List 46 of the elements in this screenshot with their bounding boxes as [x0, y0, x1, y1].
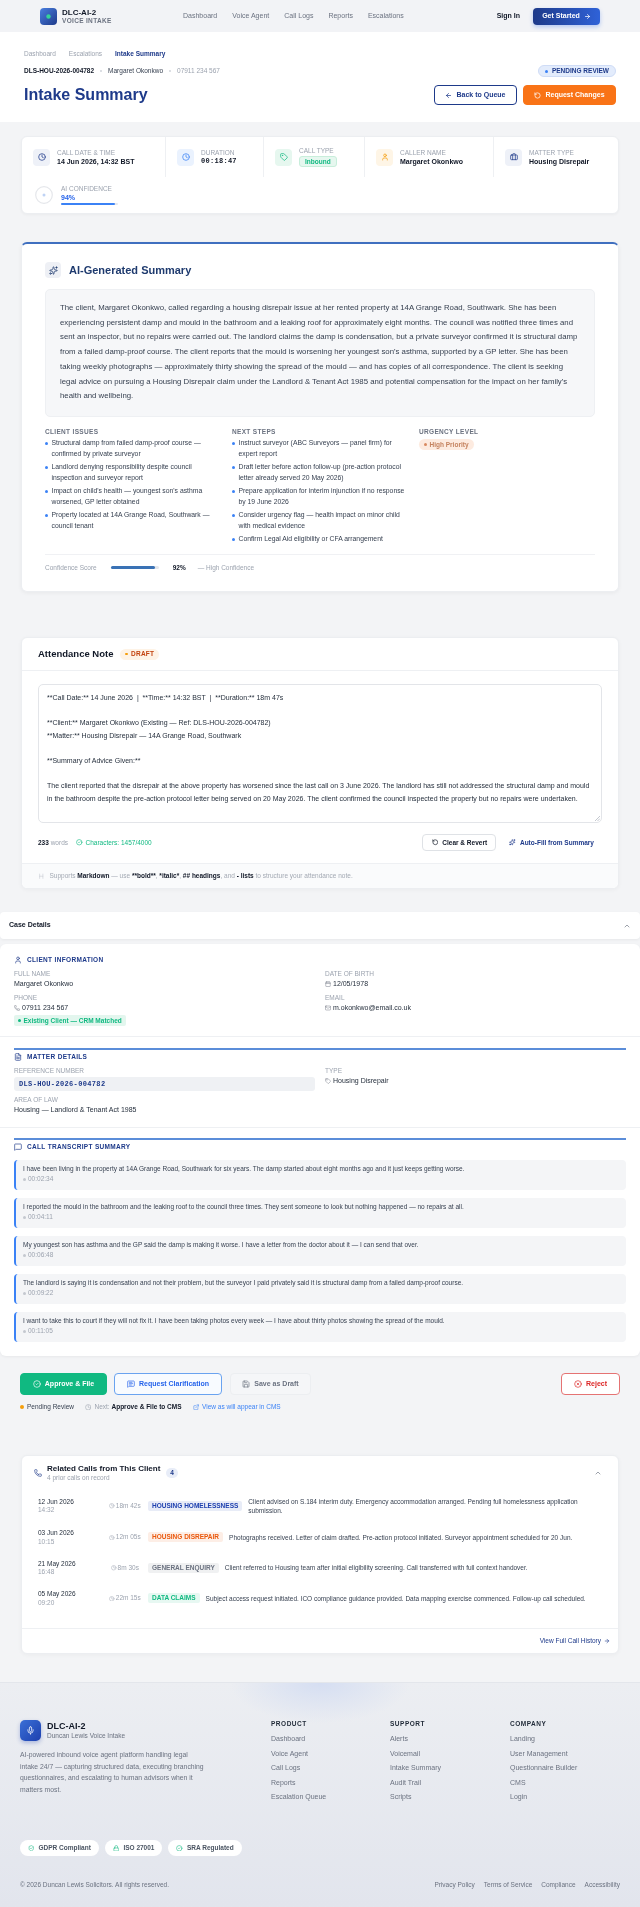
check-circle-icon: [176, 1844, 183, 1852]
x-circle-icon: [574, 1380, 582, 1388]
brand-name: DLC-AI-2: [47, 1721, 87, 1732]
phone-icon: [14, 1005, 20, 1011]
clock-icon: [85, 1403, 92, 1411]
brand-name: DLC-AI-2: [62, 7, 98, 17]
user-icon: [376, 148, 393, 166]
ring-icon: [35, 186, 53, 204]
tag-icon: [275, 148, 292, 166]
clock-icon: [109, 1534, 115, 1540]
user-icon: [14, 956, 22, 964]
external-link-icon: [192, 1403, 200, 1411]
sparkles-icon: [45, 262, 61, 278]
clock-icon: [109, 1595, 115, 1601]
lock-icon: [112, 1844, 120, 1852]
message-icon: [14, 1143, 22, 1151]
logo-icon: [40, 7, 57, 25]
mail-icon: [325, 1005, 331, 1011]
section-title: Attendance Note: [38, 646, 114, 661]
section-title: Related Calls from This Client: [47, 1464, 161, 1474]
heading-icon: [38, 872, 45, 880]
save-icon: [242, 1380, 251, 1388]
message-icon: [127, 1380, 135, 1388]
arrow-left-icon: [445, 91, 453, 99]
microphone-icon: [20, 1720, 41, 1741]
rotate-icon: [534, 91, 542, 99]
arrow-right-icon: [583, 12, 591, 20]
shield-check-icon: [28, 1844, 35, 1852]
resize-handle-icon[interactable]: [595, 816, 600, 821]
clock-icon: [111, 1565, 117, 1571]
check-circle-icon: [76, 839, 83, 846]
calendar-icon: [325, 981, 331, 987]
clock-icon: [33, 148, 50, 166]
document-icon: [14, 1053, 22, 1061]
tag-icon: [325, 1078, 331, 1084]
briefcase-icon: [505, 148, 522, 166]
clock-icon: [109, 1503, 115, 1509]
phone-icon: [34, 1469, 42, 1477]
section-title: AI-Generated Summary: [69, 262, 192, 278]
clock-icon: [177, 148, 194, 166]
sparkles-icon: [509, 839, 516, 846]
check-circle-icon: [32, 1380, 41, 1388]
chevron-up-icon[interactable]: [594, 1469, 602, 1477]
rotate-icon: [431, 839, 439, 846]
arrow-right-icon: [604, 1638, 610, 1644]
page-title: Intake Summary: [24, 85, 148, 105]
